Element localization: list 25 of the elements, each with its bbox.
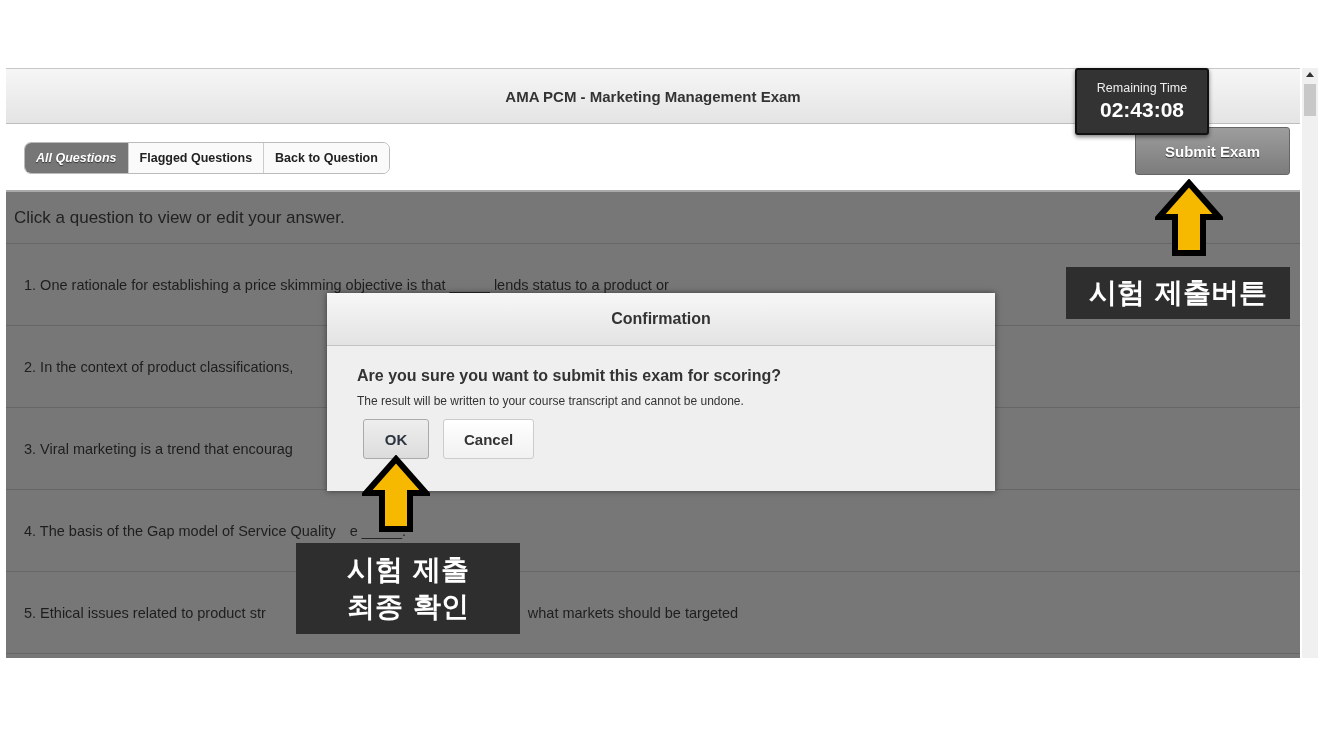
dialog-note: The result will be written to your course transcript and cannot be undone.: [357, 394, 744, 408]
dialog-button[interactable]: OK: [363, 419, 429, 459]
callout-text: 최종 확인: [347, 588, 469, 625]
callout-text: 시험 제출버튼: [1089, 274, 1267, 311]
tab[interactable]: Back to Question: [263, 143, 389, 173]
question-text: 1. One rationale for establishing a price skimming objective is that _____ lends status to a product or: [24, 276, 669, 293]
question-text: what markets should be targeted: [527, 604, 739, 621]
dialog-message: Are you sure you want to submit this exam for scoring?: [357, 367, 782, 385]
question-text: 2. In the context of product classifications,: [24, 358, 294, 375]
tab[interactable]: All Questions: [25, 143, 128, 173]
timer-value: 02:43:08: [1099, 98, 1185, 122]
timer-label: Remaining Time: [1096, 81, 1188, 95]
scrollbar-thumb[interactable]: [1304, 84, 1316, 116]
question-text: 3. Viral marketing is a trend that encourag: [24, 440, 293, 457]
instruction-text: Click a question to view or edit your answer.: [14, 207, 345, 228]
window-title: AMA PCM - Marketing Management Exam: [505, 87, 801, 105]
dialog-title: Confirmation: [611, 310, 711, 328]
up-arrow-icon: [1155, 179, 1223, 257]
question-text: 4. The basis of the Gap model of Service Quality: [24, 522, 336, 539]
question-text: 5. Ethical issues related to product str: [24, 604, 266, 621]
dialog-button[interactable]: Cancel: [443, 419, 535, 459]
submit-exam-button[interactable]: Submit Exam: [1135, 127, 1290, 175]
tab[interactable]: Flagged Questions: [127, 143, 264, 173]
question-text: e _____.: [349, 522, 407, 539]
up-arrow-icon: [362, 455, 430, 533]
